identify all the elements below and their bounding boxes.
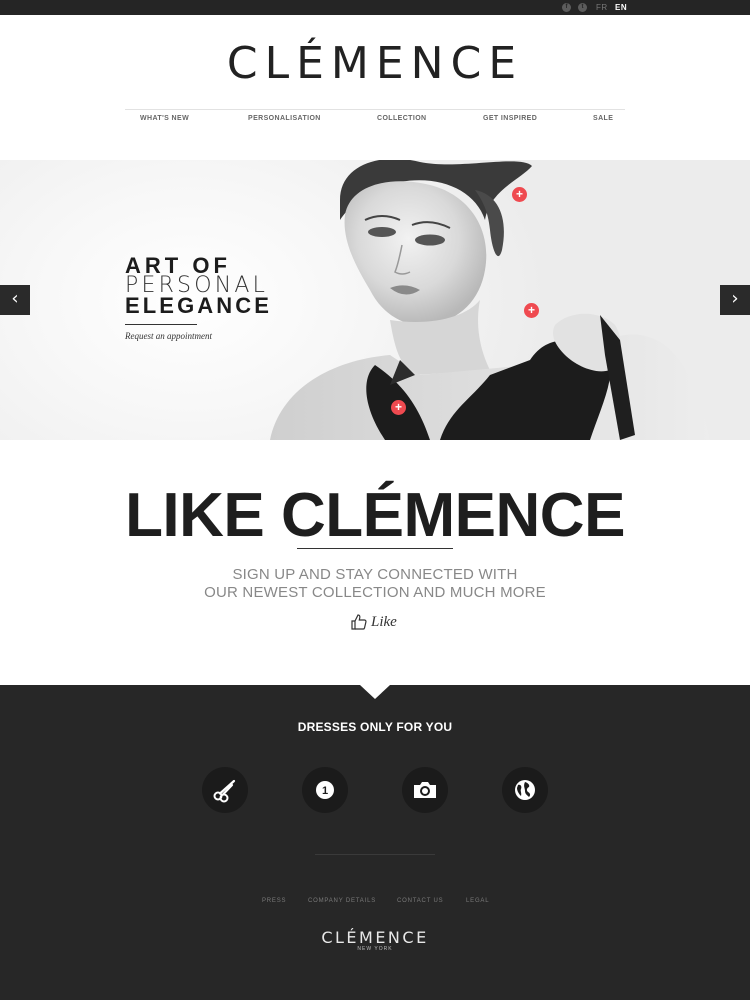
request-appointment-link[interactable]: Request an appointment: [125, 331, 212, 341]
plus-icon: +: [394, 400, 402, 414]
product-hotspot-strap[interactable]: +: [524, 303, 539, 318]
product-hotspot-dress[interactable]: +: [391, 400, 406, 415]
like-subtitle-line-2: OUR NEWEST COLLECTION AND MUCH MORE: [204, 584, 546, 601]
plus-icon: +: [527, 303, 535, 317]
hero-model-image: [270, 160, 710, 440]
camera-icon: [414, 782, 436, 798]
site-logo[interactable]: CLÉMENCE: [0, 38, 750, 89]
thumbs-up-icon: [351, 614, 367, 630]
scissors-icon: [213, 779, 236, 803]
twitter-icon[interactable]: t: [578, 3, 587, 12]
feature-globe[interactable]: [502, 767, 548, 813]
like-button-label: Like: [371, 613, 397, 630]
chevron-left-icon: ‹: [11, 288, 19, 309]
footer-link-press[interactable]: PRESS: [262, 898, 286, 904]
like-button[interactable]: Like: [350, 612, 397, 632]
feature-scissors[interactable]: [202, 767, 248, 813]
top-bar: f t FR EN: [0, 0, 750, 15]
language-fr-link[interactable]: FR: [596, 2, 608, 13]
nav-item-get-inspired[interactable]: GET INSPIRED: [483, 115, 537, 122]
feature-camera[interactable]: [402, 767, 448, 813]
footer-logo[interactable]: CLÉMENCE: [0, 928, 750, 947]
footer-divider: [315, 854, 435, 855]
nav-item-collection[interactable]: COLLECTION: [377, 115, 427, 122]
hero-title: ART OF PERSONAL ELEGANCE: [125, 255, 273, 318]
nav-item-sale[interactable]: SALE: [593, 115, 613, 122]
main-nav: WHAT'S NEW PERSONALISATION COLLECTION GE…: [125, 115, 625, 127]
slider-prev-button[interactable]: ‹: [0, 285, 30, 315]
slider-next-button[interactable]: ›: [720, 285, 750, 315]
footer-location: NEW YORK: [357, 946, 393, 952]
footer-link-contact-us[interactable]: CONTACT US: [397, 898, 443, 904]
nav-item-personalisation[interactable]: PERSONALISATION: [248, 115, 321, 122]
number-one-label: 1: [322, 785, 328, 797]
nav-item-whats-new[interactable]: WHAT'S NEW: [140, 115, 189, 122]
hero-title-line-3: ELEGANCE: [125, 293, 273, 318]
globe-icon: [515, 780, 535, 800]
footer-link-company-details[interactable]: COMPANY DETAILS: [308, 898, 376, 904]
number-one-icon: 1: [316, 781, 334, 799]
hero-divider: [125, 324, 197, 325]
like-section-title: LIKE CLÉMENCE: [125, 481, 625, 550]
like-subtitle-line-1: SIGN UP AND STAY CONNECTED WITH: [232, 566, 518, 583]
plus-icon: +: [515, 187, 523, 201]
features-heading: DRESSES ONLY FOR YOU: [297, 720, 453, 734]
footer-link-legal[interactable]: LEGAL: [466, 898, 489, 904]
like-section-divider: [297, 548, 453, 549]
hero-slider: ART OF PERSONAL ELEGANCE Request an appo…: [0, 160, 750, 440]
nav-divider: [125, 109, 625, 110]
product-hotspot-hair[interactable]: +: [512, 187, 527, 202]
section-notch: [360, 685, 390, 699]
language-en-link[interactable]: EN: [615, 2, 627, 13]
feature-number-one[interactable]: 1: [302, 767, 348, 813]
facebook-icon[interactable]: f: [562, 3, 571, 12]
chevron-right-icon: ›: [731, 288, 739, 309]
